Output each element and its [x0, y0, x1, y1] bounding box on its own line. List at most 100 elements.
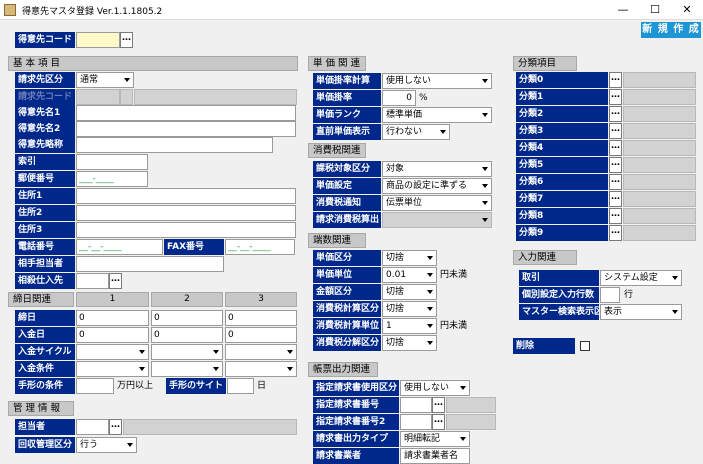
tax-setting-select[interactable]: 商品の設定に準ずる [382, 178, 492, 194]
category-5-lookup-button[interactable]: … [609, 157, 622, 173]
chevron-down-icon [440, 130, 446, 134]
close-button[interactable]: ✕ [672, 0, 702, 20]
short-name-input[interactable] [76, 137, 273, 153]
rank-select[interactable]: 標準単価 [382, 107, 492, 123]
tax-split-class-select[interactable]: 切捨 [382, 335, 437, 351]
line-count-input[interactable] [600, 287, 620, 303]
chevron-down-icon [482, 201, 488, 205]
use-invoice-select[interactable]: 使用しない [400, 380, 470, 396]
unit-price-unit-select[interactable]: 0.01 [382, 267, 437, 283]
category-4-lookup-button[interactable]: … [609, 140, 622, 156]
tax-calc-unit-select[interactable]: 1 [382, 318, 437, 334]
prev-price-label: 直前単価表示 [313, 124, 381, 140]
invoice-out-type-value: 明細転記 [404, 434, 441, 444]
prev-price-value: 行わない [386, 127, 423, 137]
name1-input[interactable] [76, 105, 296, 121]
line-count-label: 個別設定入力行数 [519, 287, 599, 303]
unit-price-class-label: 単価区分 [313, 250, 381, 266]
category-0-lookup-button[interactable]: … [609, 72, 622, 88]
address3-input[interactable] [76, 222, 296, 238]
rep-input[interactable] [76, 419, 109, 435]
maximize-button[interactable]: ☐ [640, 0, 670, 20]
pay-terms-1-select[interactable] [76, 361, 149, 377]
master-search-select[interactable]: 表示 [600, 304, 682, 320]
close-day-label: 締日 [15, 310, 75, 326]
chevron-down-icon [427, 256, 433, 260]
close-day-1-input[interactable]: 0 [76, 310, 149, 326]
invoice-no-input[interactable] [400, 397, 432, 413]
use-invoice-label: 指定請求書使用区分 [313, 380, 399, 396]
trade-select[interactable]: システム設定 [600, 270, 682, 286]
invoice-no-display [446, 397, 496, 413]
category-8-lookup-button[interactable]: … [609, 208, 622, 224]
rate-input[interactable]: 0 [382, 90, 416, 106]
category-0-display [623, 72, 696, 88]
amount-class-value: 切捨 [386, 287, 405, 297]
category-6-lookup-button[interactable]: … [609, 174, 622, 190]
pay-day-3-input[interactable]: 0 [225, 327, 297, 343]
address1-label: 住所1 [15, 188, 75, 204]
pay-cycle-3-select[interactable] [225, 344, 297, 360]
pay-day-1-input[interactable]: 0 [76, 327, 149, 343]
category-7-lookup-button[interactable]: … [609, 191, 622, 207]
zip-input[interactable]: ___-____ [76, 171, 148, 187]
prev-price-select[interactable]: 行わない [382, 124, 450, 140]
invoice-out-type-select[interactable]: 明細転記 [400, 431, 470, 447]
invoice-bottom-select[interactable]: 請求書業者名 [400, 448, 470, 464]
invoice-no-lookup-button[interactable]: … [432, 397, 445, 413]
offset-supplier-input[interactable] [76, 273, 109, 289]
tax-target-label: 課税対象区分 [313, 161, 381, 177]
category-9-lookup-button[interactable]: … [609, 225, 622, 241]
address1-input[interactable] [76, 188, 296, 204]
bill-terms-input[interactable] [76, 378, 114, 394]
close-day-3-input[interactable]: 0 [225, 310, 297, 326]
bill-site-label: 手形のサイト [166, 378, 226, 394]
close-day-2-input[interactable]: 0 [151, 310, 223, 326]
tax-split-class-label: 消費税分解区分 [313, 335, 381, 351]
billing-class-select[interactable]: 通常 [76, 72, 134, 88]
offset-supplier-lookup-button[interactable]: … [109, 273, 122, 289]
chevron-down-icon [127, 443, 133, 447]
rate-calc-select[interactable]: 使用しない [382, 73, 492, 89]
category-1-lookup-button[interactable]: … [609, 89, 622, 105]
invoice-out-type-label: 請求書出力タイプ [313, 431, 399, 447]
category-3-lookup-button[interactable]: … [609, 123, 622, 139]
tax-calc-class-select[interactable]: 切捨 [382, 301, 437, 317]
rep-lookup-button[interactable]: … [109, 419, 122, 435]
master-search-label: マスター検索表示区分 [519, 304, 599, 320]
invoice-no2-lookup-button[interactable]: … [432, 414, 445, 430]
chevron-down-icon [427, 307, 433, 311]
tax-notice-value: 伝票単位 [386, 198, 423, 208]
amount-class-select[interactable]: 切捨 [382, 284, 437, 300]
customer-code-input[interactable] [76, 32, 120, 48]
tax-target-select[interactable]: 対象 [382, 161, 492, 177]
pay-cycle-1-select[interactable] [76, 344, 149, 360]
collect-mgmt-select[interactable]: 行う [76, 437, 137, 453]
minimize-button[interactable]: — [608, 0, 638, 20]
invoice-no2-input[interactable] [400, 414, 432, 430]
index-input[interactable] [76, 154, 148, 170]
unit-price-class-select[interactable]: 切捨 [382, 250, 437, 266]
contact-input[interactable] [76, 256, 224, 272]
new-create-button[interactable]: 新 規 作 成 [641, 22, 701, 38]
pay-terms-2-select[interactable] [151, 361, 223, 377]
chevron-down-icon [427, 324, 433, 328]
customer-code-lookup-button[interactable]: … [120, 32, 133, 48]
fax-input[interactable]: __-__-____ [225, 239, 295, 255]
pay-terms-3-select[interactable] [225, 361, 297, 377]
name2-input[interactable] [76, 121, 296, 137]
bill-site-input[interactable] [227, 378, 254, 394]
rep-label: 担当者 [15, 419, 75, 435]
category-5-label: 分類5 [516, 157, 608, 173]
pay-day-2-input[interactable]: 0 [151, 327, 223, 343]
delete-checkbox[interactable] [580, 341, 590, 351]
tax-notice-select[interactable]: 伝票単位 [382, 195, 492, 211]
chevron-down-icon [124, 78, 130, 82]
name2-label: 得意先名2 [15, 121, 75, 137]
pay-cycle-2-select[interactable] [151, 344, 223, 360]
category-2-lookup-button[interactable]: … [609, 106, 622, 122]
address2-input[interactable] [76, 205, 296, 221]
chevron-down-icon [287, 367, 293, 371]
index-label: 索引 [15, 154, 75, 170]
tel-input[interactable]: __-__-____ [76, 239, 163, 255]
